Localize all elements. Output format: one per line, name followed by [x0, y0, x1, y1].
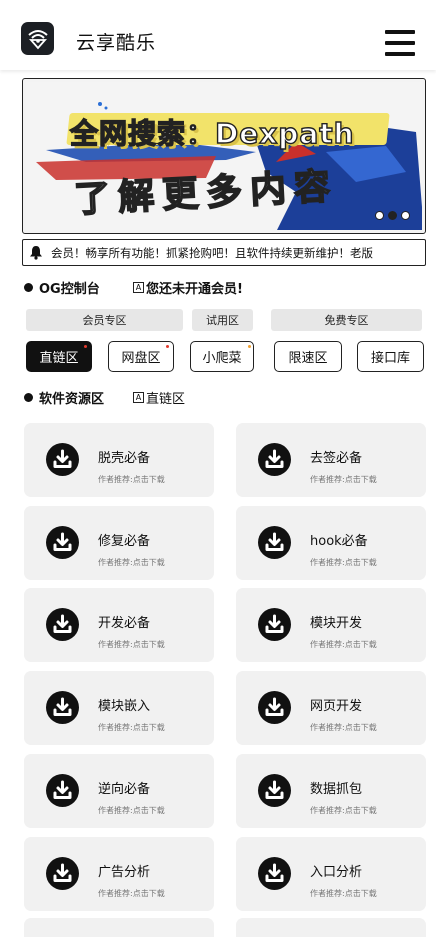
banner-carousel[interactable]: 全网搜索：Dexpath 了解更多内容: [22, 78, 426, 234]
category-label: 接口库: [370, 351, 410, 366]
category-label: 限速区: [288, 351, 328, 366]
category-crawler[interactable]: 小爬菜: [190, 341, 254, 372]
card-subtitle: 作者推荐:点击下载: [310, 475, 377, 484]
new-dot: [84, 345, 87, 348]
wifi-shield-icon: [21, 22, 54, 55]
bullet-icon: [24, 393, 33, 402]
card-subtitle: 作者推荐:点击下载: [98, 806, 165, 815]
resource-card[interactable]: 入口分析作者推荐:点击下载: [236, 837, 426, 911]
membership-status: A 您还未开通会员!: [133, 278, 243, 297]
zone-member[interactable]: 会员专区: [26, 309, 183, 331]
card-title: 修复必备: [98, 534, 151, 549]
category-label: 小爬菜: [202, 351, 242, 366]
menu-icon[interactable]: [385, 30, 415, 56]
download-icon: [258, 857, 291, 890]
card-title: 脱壳必备: [98, 451, 151, 466]
download-icon: [46, 857, 79, 890]
banner-headline: 全网搜索：Dexpath: [69, 116, 355, 150]
card-subtitle: 作者推荐:点击下载: [98, 723, 165, 732]
resource-card[interactable]: 广告分析作者推荐:点击下载: [24, 837, 214, 911]
resource-card[interactable]: hook必备作者推荐:点击下载: [236, 506, 426, 580]
download-icon: [46, 608, 79, 641]
download-icon: [46, 526, 79, 559]
og-console-heading: OG控制台: [24, 278, 100, 297]
og-console-title: OG控制台: [39, 282, 100, 297]
download-icon: [258, 443, 291, 476]
card-title: 模块嵌入: [98, 699, 151, 714]
card-subtitle: 作者推荐:点击下载: [310, 558, 377, 567]
resource-card[interactable]: 网页开发作者推荐:点击下载: [236, 671, 426, 745]
download-icon: [46, 774, 79, 807]
resource-card[interactable]: 修复必备作者推荐:点击下载: [24, 506, 214, 580]
category-label: 网盘区: [121, 351, 161, 366]
current-category: A 直链区: [133, 388, 185, 407]
download-icon: [258, 691, 291, 724]
card-title: 网页开发: [310, 699, 363, 714]
bell-icon: [30, 246, 42, 260]
download-icon: [258, 608, 291, 641]
resource-title: 软件资源区: [39, 392, 105, 407]
resource-card[interactable]: 脱壳必备作者推荐:点击下载: [24, 423, 214, 497]
card-subtitle: 作者推荐:点击下载: [98, 640, 165, 649]
card-title: 入口分析: [310, 865, 363, 880]
card-subtitle: 作者推荐:点击下载: [310, 640, 377, 649]
new-dot: [166, 345, 169, 348]
card-subtitle: 作者推荐:点击下载: [310, 723, 377, 732]
card-subtitle: 作者推荐:点击下载: [98, 889, 165, 898]
card-title: 去签必备: [310, 451, 363, 466]
notice-bar: 会员！畅享所有功能！抓紧抢购吧！且软件持续更新维护！老版: [22, 239, 426, 266]
card-subtitle: 作者推荐:点击下载: [98, 475, 165, 484]
carousel-dot-active[interactable]: [388, 211, 397, 220]
resource-heading: 软件资源区: [24, 388, 104, 407]
category-label: 直链区: [39, 351, 79, 366]
new-dot: [248, 345, 251, 348]
category-speed-limit[interactable]: 限速区: [274, 341, 342, 372]
resource-card-partial[interactable]: [24, 918, 214, 937]
card-title: 数据抓包: [310, 782, 363, 797]
carousel-indicators: [375, 211, 410, 220]
zone-free[interactable]: 免费专区: [271, 309, 422, 331]
resource-card[interactable]: 模块开发作者推荐:点击下载: [236, 588, 426, 662]
card-title: 广告分析: [98, 865, 151, 880]
resource-card[interactable]: 去签必备作者推荐:点击下载: [236, 423, 426, 497]
carousel-dot[interactable]: [401, 211, 410, 220]
current-category-text: 直链区: [146, 392, 186, 407]
status-a-icon: A: [133, 282, 144, 293]
membership-status-text: 您还未开通会员!: [146, 282, 243, 297]
category-a-icon: A: [133, 392, 144, 403]
resource-card[interactable]: 数据抓包作者推荐:点击下载: [236, 754, 426, 828]
download-icon: [46, 691, 79, 724]
card-subtitle: 作者推荐:点击下载: [310, 889, 377, 898]
resource-card[interactable]: 逆向必备作者推荐:点击下载: [24, 754, 214, 828]
top-app-bar: 云享酷乐: [0, 0, 436, 70]
carousel-dot[interactable]: [375, 211, 384, 220]
app-title: 云享酷乐: [76, 32, 157, 54]
card-subtitle: 作者推荐:点击下载: [310, 806, 377, 815]
card-title: hook必备: [310, 534, 368, 549]
resource-card-partial[interactable]: [236, 918, 426, 937]
category-direct-link[interactable]: 直链区: [26, 341, 92, 372]
card-subtitle: 作者推荐:点击下载: [98, 558, 165, 567]
notice-text: 会员！畅享所有功能！抓紧抢购吧！且软件持续更新维护！老版: [51, 246, 373, 260]
zone-trial[interactable]: 试用区: [192, 309, 253, 331]
resource-card[interactable]: 模块嵌入作者推荐:点击下载: [24, 671, 214, 745]
card-title: 模块开发: [310, 616, 363, 631]
category-api-library[interactable]: 接口库: [357, 341, 424, 372]
download-icon: [46, 443, 79, 476]
download-icon: [258, 774, 291, 807]
card-title: 开发必备: [98, 616, 151, 631]
category-netdisk[interactable]: 网盘区: [108, 341, 174, 372]
resource-card[interactable]: 开发必备作者推荐:点击下载: [24, 588, 214, 662]
download-icon: [258, 526, 291, 559]
bullet-icon: [24, 283, 33, 292]
card-title: 逆向必备: [98, 782, 151, 797]
